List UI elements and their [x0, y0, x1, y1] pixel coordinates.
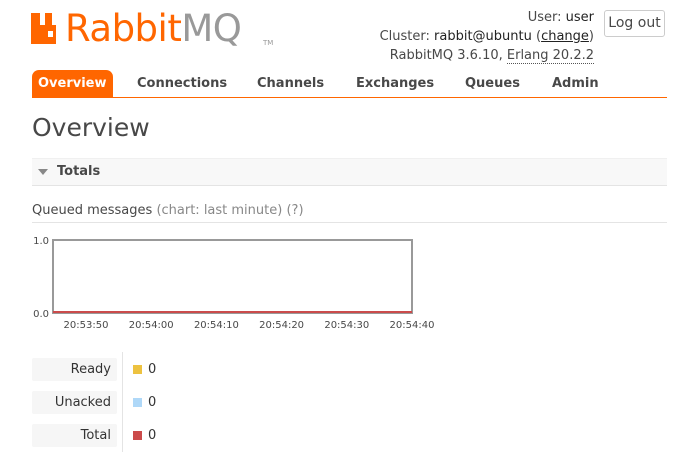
y-tick-label: 0.0 [33, 309, 49, 320]
x-tick-label: 20:54:00 [129, 320, 174, 331]
user-value: user [565, 10, 594, 25]
logo-text-mq: MQ [181, 7, 242, 50]
chart-heading: Queued messages (chart: last minute) (?) [32, 203, 667, 223]
rabbitmq-logo-icon [31, 13, 56, 44]
legend-label-ready: Ready [32, 358, 117, 381]
legend-label-total: Total [32, 424, 117, 447]
change-cluster-link[interactable]: change [541, 29, 589, 44]
tab-exchanges[interactable]: Exchanges [356, 70, 434, 97]
legend-swatch-ready[interactable] [133, 365, 142, 374]
cluster-value: rabbit@ubuntu [434, 29, 532, 44]
x-axis-ticks: 20:53:50 20:54:00 20:54:10 20:54:20 20:54:30… [64, 320, 435, 331]
chart-heading-text: Queued messages [32, 203, 153, 218]
x-tick-label: 20:54:20 [259, 320, 304, 331]
logo-wordmark: RabbitMQ [65, 7, 242, 51]
collapse-triangle-icon [38, 169, 48, 175]
totals-section-toggle[interactable]: Totals [32, 158, 667, 186]
main-nav-tabs: Overview Connections Channels Exchanges … [32, 70, 667, 98]
user-label: User: [527, 10, 562, 25]
page-title: Overview [32, 113, 150, 142]
chart-plot-frame [52, 239, 413, 314]
legend-label-unacked: Unacked [32, 391, 117, 414]
y-tick-label: 1.0 [33, 236, 49, 247]
legend-value-total: 0 [148, 428, 157, 443]
legend-value-unacked: 0 [148, 395, 157, 410]
erlang-version: Erlang 20.2.2 [506, 48, 594, 64]
logo-text-rabbit: Rabbit [65, 7, 182, 50]
legend-value-ready: 0 [148, 362, 157, 377]
chart-help-link[interactable]: (?) [286, 203, 303, 218]
tab-admin[interactable]: Admin [552, 70, 599, 97]
header-info: User: user Cluster: rabbit@ubuntu (chang… [380, 8, 594, 65]
queued-messages-chart: 1.00.0 20:53:50 20:54:00 20:54:10 20:54:20 2… [33, 236, 435, 331]
user-line: User: user [380, 8, 594, 27]
tab-queues[interactable]: Queues [465, 70, 520, 97]
x-tick-label: 20:53:50 [64, 320, 109, 331]
tab-connections[interactable]: Connections [137, 70, 227, 97]
legend-swatch-total[interactable] [133, 431, 142, 440]
y-axis-ticks: 1.0 0.0 [33, 236, 49, 320]
version-line: RabbitMQ 3.6.10, Erlang 20.2.2 [380, 46, 594, 65]
x-tick-label: 20:54:40 [390, 320, 435, 331]
chart-range-link[interactable]: (chart: last minute) [156, 203, 282, 218]
cluster-label: Cluster: [379, 29, 430, 44]
logout-button[interactable]: Log out [604, 10, 665, 37]
x-tick-label: 20:54:10 [194, 320, 239, 331]
legend-row-total: Total 0 [32, 424, 452, 449]
legend-row-unacked: Unacked 0 [32, 391, 452, 416]
tab-overview[interactable]: Overview [32, 70, 113, 97]
legend-swatch-unacked[interactable] [133, 398, 142, 407]
section-title: Totals [57, 164, 101, 179]
logo-trademark: TM [263, 39, 274, 47]
legend-row-ready: Ready 0 [32, 358, 452, 383]
x-tick-label: 20:54:30 [324, 320, 369, 331]
cluster-line: Cluster: rabbit@ubuntu (change) [379, 29, 594, 44]
rabbitmq-version: RabbitMQ 3.6.10, [389, 48, 503, 63]
tab-channels[interactable]: Channels [257, 70, 324, 97]
